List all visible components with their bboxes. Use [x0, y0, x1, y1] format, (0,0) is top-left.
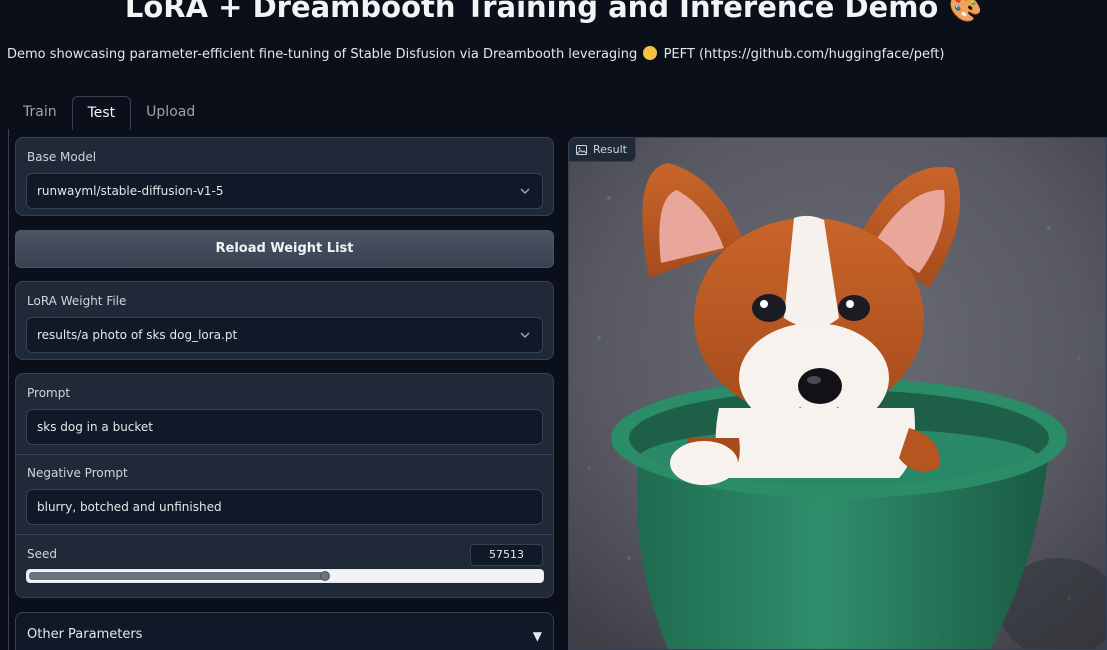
- description-link-text: PEFT (https://github.com/huggingface/pef…: [663, 47, 945, 62]
- seed-label: Seed: [27, 547, 57, 561]
- seed-slider[interactable]: [26, 569, 544, 583]
- page-description: Demo showcasing parameter-efficient fine…: [7, 46, 945, 62]
- app-page: LoRA + Dreambooth Training and Inference…: [0, 0, 1107, 650]
- image-icon: [576, 144, 587, 155]
- base-model-label: Base Model: [27, 150, 97, 164]
- triangle-down-icon: ▼: [532, 629, 542, 643]
- section-divider: [16, 454, 553, 455]
- lora-weight-block: LoRA Weight File results/a photo of sks …: [15, 281, 554, 360]
- result-image-panel: Result: [568, 137, 1107, 650]
- prompt-settings-block: Prompt sks dog in a bucket Negative Prom…: [15, 373, 554, 598]
- other-parameters-accordion[interactable]: Other Parameters ▼: [15, 612, 554, 650]
- lora-weight-dropdown[interactable]: results/a photo of sks dog_lora.pt: [26, 317, 543, 353]
- section-divider: [16, 534, 553, 535]
- title-text: LoRA + Dreambooth Training and Inference…: [124, 0, 939, 24]
- description-text: Demo showcasing parameter-efficient fine…: [7, 47, 638, 62]
- seed-slider-thumb[interactable]: [320, 571, 330, 581]
- hugging-face-icon: [643, 46, 658, 60]
- negative-prompt-input[interactable]: blurry, botched and unfinished: [26, 489, 543, 525]
- tab-test[interactable]: Test: [71, 96, 132, 130]
- prompt-label: Prompt: [27, 386, 71, 400]
- tab-bar: Train Test Upload: [8, 96, 210, 130]
- generated-image: [569, 138, 1106, 649]
- seed-number-input[interactable]: 57513: [470, 544, 543, 566]
- negative-prompt-label: Negative Prompt: [27, 466, 128, 480]
- result-badge: Result: [569, 138, 636, 162]
- other-parameters-label: Other Parameters: [27, 627, 143, 642]
- tab-upload[interactable]: Upload: [131, 96, 210, 130]
- base-model-value: runwayml/stable-diffusion-v1-5: [37, 184, 224, 198]
- reload-weight-list-button[interactable]: Reload Weight List: [15, 230, 554, 268]
- result-label: Result: [593, 143, 627, 156]
- lora-weight-label: LoRA Weight File: [27, 294, 127, 308]
- palette-icon: 🎨: [948, 0, 983, 24]
- tab-train[interactable]: Train: [8, 96, 72, 130]
- lora-weight-value: results/a photo of sks dog_lora.pt: [37, 328, 238, 342]
- chevron-down-icon: [520, 188, 530, 195]
- seed-slider-fill: [29, 572, 325, 580]
- chevron-down-icon: [520, 332, 530, 339]
- page-title: LoRA + Dreambooth Training and Inference…: [0, 0, 1107, 24]
- base-model-block: Base Model runwayml/stable-diffusion-v1-…: [15, 137, 554, 216]
- prompt-input[interactable]: sks dog in a bucket: [26, 409, 543, 445]
- base-model-dropdown[interactable]: runwayml/stable-diffusion-v1-5: [26, 173, 543, 209]
